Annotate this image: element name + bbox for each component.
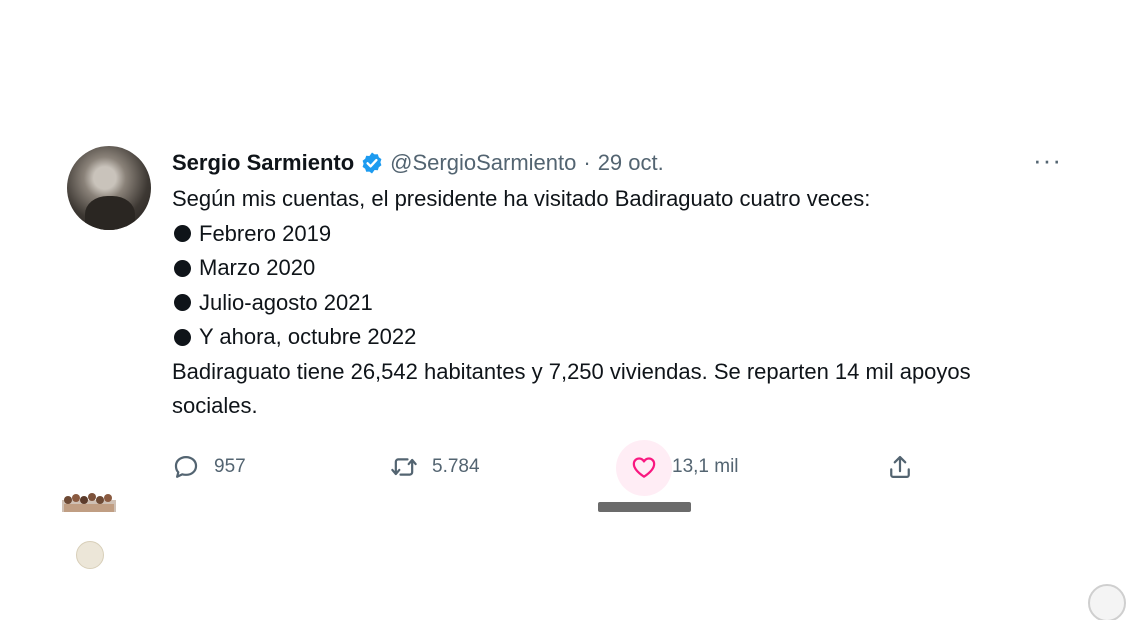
reply-count: 957 [214, 456, 246, 477]
bullet-dot-icon [174, 259, 191, 277]
author-avatar[interactable] [67, 146, 151, 230]
tweet-closing-text: Badiraguato tiene 26,542 habitantes y 7,… [172, 358, 971, 419]
tweet-action-bar: 957 5.784 13,1 mil [172, 440, 932, 496]
seal-thumbnail-image [76, 541, 104, 569]
tweet-text: Según mis cuentas, el presidente ha visi… [172, 182, 1062, 424]
bullet-dot-icon [174, 225, 191, 243]
visit-list-item: Julio-agosto 2021 [172, 286, 1062, 321]
visit-text: Febrero 2019 [199, 220, 332, 246]
overlay-bar [598, 502, 691, 512]
visit-text: Y ahora, octubre 2022 [199, 324, 417, 349]
bullet-dot-icon [174, 294, 191, 312]
visit-list-item: Marzo 2020 [172, 251, 1062, 286]
tweet-intro-line: Según mis cuentas, el presidente ha visi… [172, 186, 871, 211]
more-dots-icon[interactable]: ··· [1033, 147, 1062, 173]
like-count: 13,1 mil [672, 456, 739, 477]
speech-bubble-icon [174, 455, 198, 478]
like-button[interactable]: 13,1 mil [616, 440, 739, 496]
author-handle[interactable]: @SergioSarmiento [390, 150, 576, 176]
bullet-dot-icon [174, 328, 191, 346]
retweet-button[interactable]: 5.784 [390, 446, 480, 488]
share-button[interactable] [886, 446, 914, 488]
share-upload-icon [890, 455, 910, 479]
heart-icon [632, 457, 656, 478]
crowd-thumbnail-image [62, 493, 116, 512]
retweet-count: 5.784 [432, 456, 480, 477]
visit-text: Marzo 2020 [199, 255, 316, 280]
retweet-arrows-icon [391, 458, 417, 476]
visit-list-item: Febrero 2019 [172, 217, 1062, 252]
tweet-date[interactable]: 29 oct. [598, 150, 664, 176]
author-name[interactable]: Sergio Sarmiento [172, 150, 354, 176]
visit-text: Julio-agosto 2021 [199, 289, 373, 315]
visit-list-item: Y ahora, octubre 2022 [172, 320, 1062, 355]
verified-badge-icon [362, 152, 382, 174]
header-separator: · [583, 150, 591, 175]
channel-logo-icon [1088, 584, 1126, 620]
tweet-card: Sergio Sarmiento @SergioSarmiento · 29 o… [172, 146, 1062, 424]
tweet-screenshot: Sergio Sarmiento @SergioSarmiento · 29 o… [0, 0, 1127, 620]
reply-button[interactable]: 957 [172, 446, 246, 488]
tweet-header: Sergio Sarmiento @SergioSarmiento · 29 o… [172, 146, 1062, 180]
